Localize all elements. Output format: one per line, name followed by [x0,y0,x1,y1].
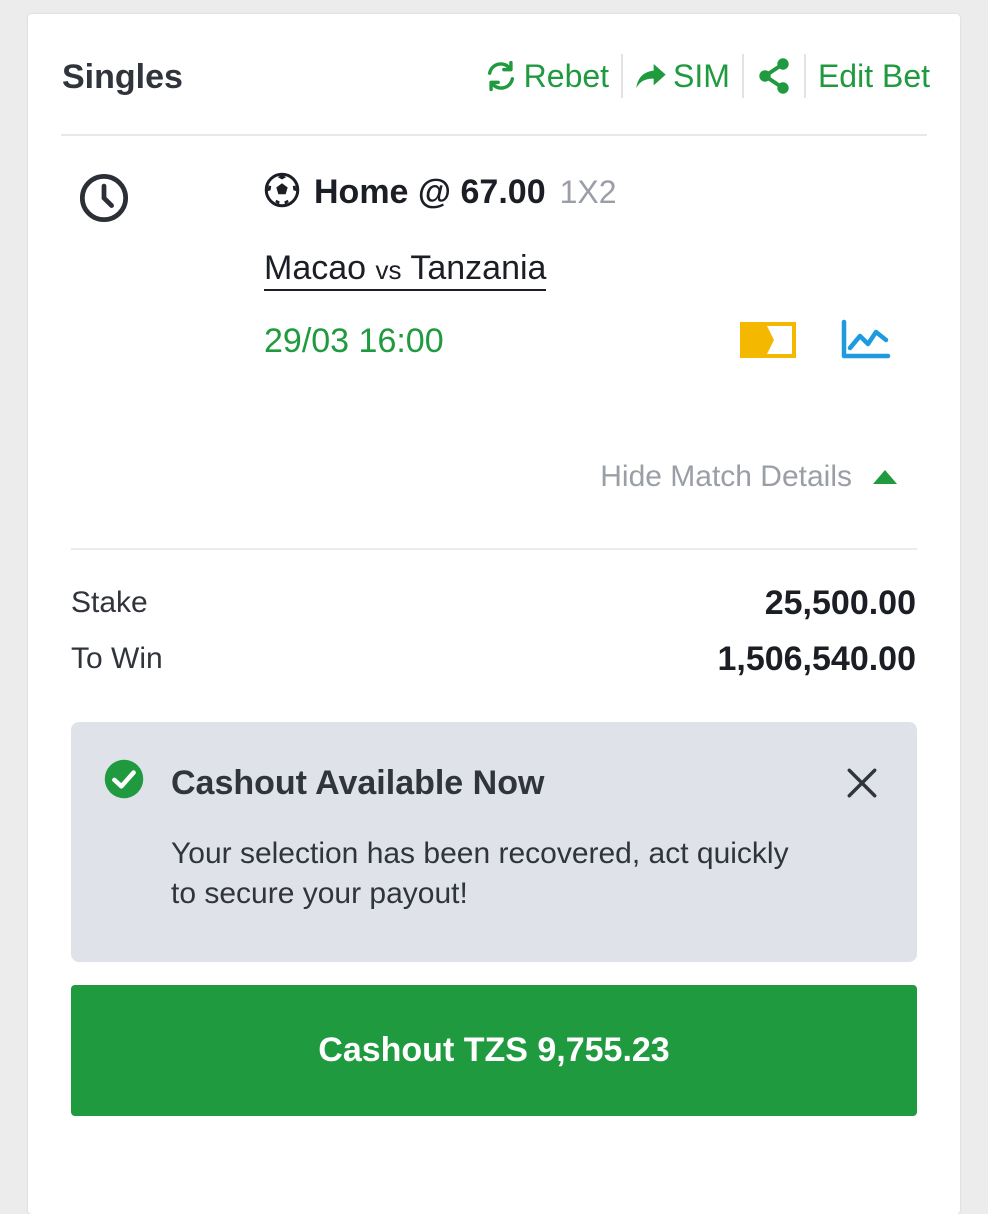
to-win-value: 1,506,540.00 [717,640,916,678]
close-icon[interactable] [845,766,879,805]
edit-bet-label: Edit Bet [817,57,930,94]
selection-row: Home @ 67.00 1X2 [264,172,617,213]
share-icon [756,56,792,96]
divider [741,54,744,98]
stats-chart-icon[interactable] [840,318,892,367]
vs-label: vs [375,255,402,285]
check-circle-icon [103,758,145,805]
cashout-button[interactable]: Cashout TZS 9,755.23 [71,985,917,1116]
rebet-label: Rebet [523,57,610,94]
bet-type-title: Singles [62,58,183,96]
forward-arrow-icon [635,62,667,90]
match-link[interactable]: Macao vs Tanzania [264,249,547,291]
header-divider [61,134,927,136]
rebet-button[interactable]: Rebet [484,58,609,95]
details-divider [71,548,917,550]
caret-up-icon [872,460,898,494]
header-actions: Rebet SIM Edit Bet [484,54,930,98]
home-team: Macao [264,249,367,287]
sim-label: SIM [673,57,730,94]
notice-title: Cashout Available Now [171,764,545,802]
pick-label: Home @ [314,173,452,211]
divider [803,54,806,98]
edit-bet-button[interactable]: Edit Bet [818,58,930,95]
stake-label: Stake [71,586,148,619]
to-win-label: To Win [71,642,163,675]
away-team: Tanzania [410,249,547,287]
match-datetime: 29/03 16:00 [264,322,444,360]
live-tv-icon[interactable] [740,320,798,365]
sim-button[interactable]: SIM [635,58,730,95]
bet-card: Singles Rebet SIM Edit Bet Home @ 67.00 … [28,14,960,1214]
market-type: 1X2 [559,174,617,210]
hide-match-details-toggle[interactable]: Hide Match Details [600,460,898,494]
bet-header: Singles Rebet SIM Edit Bet [28,14,960,138]
clock-icon [78,172,130,229]
soccer-ball-icon [264,172,300,213]
cashout-notice: Cashout Available Now Your selection has… [71,722,917,962]
selection-pick: Home @ 67.00 [314,173,546,212]
divider [621,54,624,98]
stake-value: 25,500.00 [764,584,916,622]
refresh-icon [484,59,518,93]
toggle-label: Hide Match Details [600,460,852,493]
notice-message: Your selection has been recovered, act q… [171,837,789,910]
odds-value: 67.00 [460,173,546,211]
share-button[interactable] [756,56,792,96]
